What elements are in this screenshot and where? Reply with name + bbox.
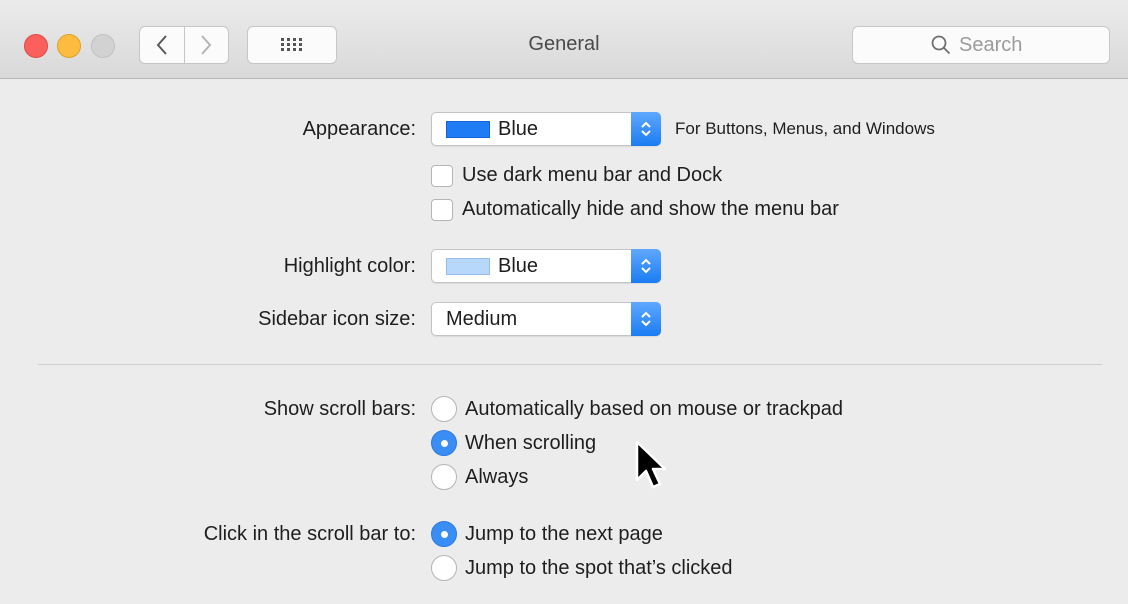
highlight-color-swatch <box>446 258 490 275</box>
search-input[interactable] <box>959 33 1031 57</box>
chevron-up-down-icon <box>641 121 651 137</box>
click-scroll-bar-label: Click in the scroll bar to: <box>203 523 416 545</box>
sidebar-icon-size-label: Sidebar icon size: <box>258 308 416 330</box>
click-jump-next-page-label[interactable]: Jump to the next page <box>465 523 663 546</box>
appearance-popup[interactable]: Blue <box>431 112 661 146</box>
section-divider <box>38 364 1102 365</box>
click-jump-next-page-radio[interactable] <box>431 521 457 547</box>
search-icon <box>931 35 951 55</box>
scroll-bars-auto-label[interactable]: Automatically based on mouse or trackpad <box>465 398 843 421</box>
appearance-note: For Buttons, Menus, and Windows <box>675 119 935 138</box>
appearance-label: Appearance: <box>302 118 416 140</box>
toolbar: General <box>0 0 1128 79</box>
search-field[interactable] <box>852 26 1110 64</box>
sidebar-popup-stepper <box>631 302 661 336</box>
highlight-color-popup[interactable]: Blue <box>431 249 661 283</box>
dark-menu-bar-checkbox[interactable] <box>431 165 453 187</box>
auto-hide-menu-bar-checkbox[interactable] <box>431 199 453 221</box>
chevron-up-down-icon <box>641 311 651 327</box>
sidebar-icon-size-popup[interactable]: Medium <box>431 302 661 336</box>
click-jump-to-spot-radio[interactable] <box>431 555 457 581</box>
scroll-bars-auto-radio[interactable] <box>431 396 457 422</box>
appearance-value: Blue <box>498 118 539 140</box>
chevron-up-down-icon <box>641 258 651 274</box>
dark-menu-bar-label[interactable]: Use dark menu bar and Dock <box>462 164 722 187</box>
scroll-bars-when-scrolling-label[interactable]: When scrolling <box>465 432 596 455</box>
scroll-bars-always-radio[interactable] <box>431 464 457 490</box>
highlight-popup-stepper <box>631 249 661 283</box>
appearance-color-swatch <box>446 121 490 138</box>
highlight-color-value: Blue <box>498 255 539 277</box>
sidebar-icon-size-value: Medium <box>446 308 518 330</box>
highlight-color-label: Highlight color: <box>283 255 416 277</box>
appearance-popup-stepper <box>631 112 661 146</box>
scroll-bars-always-label[interactable]: Always <box>465 466 528 489</box>
click-jump-to-spot-label[interactable]: Jump to the spot that’s clicked <box>465 557 733 580</box>
mouse-pointer-icon <box>635 440 667 489</box>
show-scroll-bars-label: Show scroll bars: <box>263 398 416 420</box>
system-preferences-window: General Appearance: Blue For Buttons, Me… <box>0 0 1128 604</box>
scroll-bars-when-scrolling-radio[interactable] <box>431 430 457 456</box>
auto-hide-menu-bar-label[interactable]: Automatically hide and show the menu bar <box>462 198 839 221</box>
